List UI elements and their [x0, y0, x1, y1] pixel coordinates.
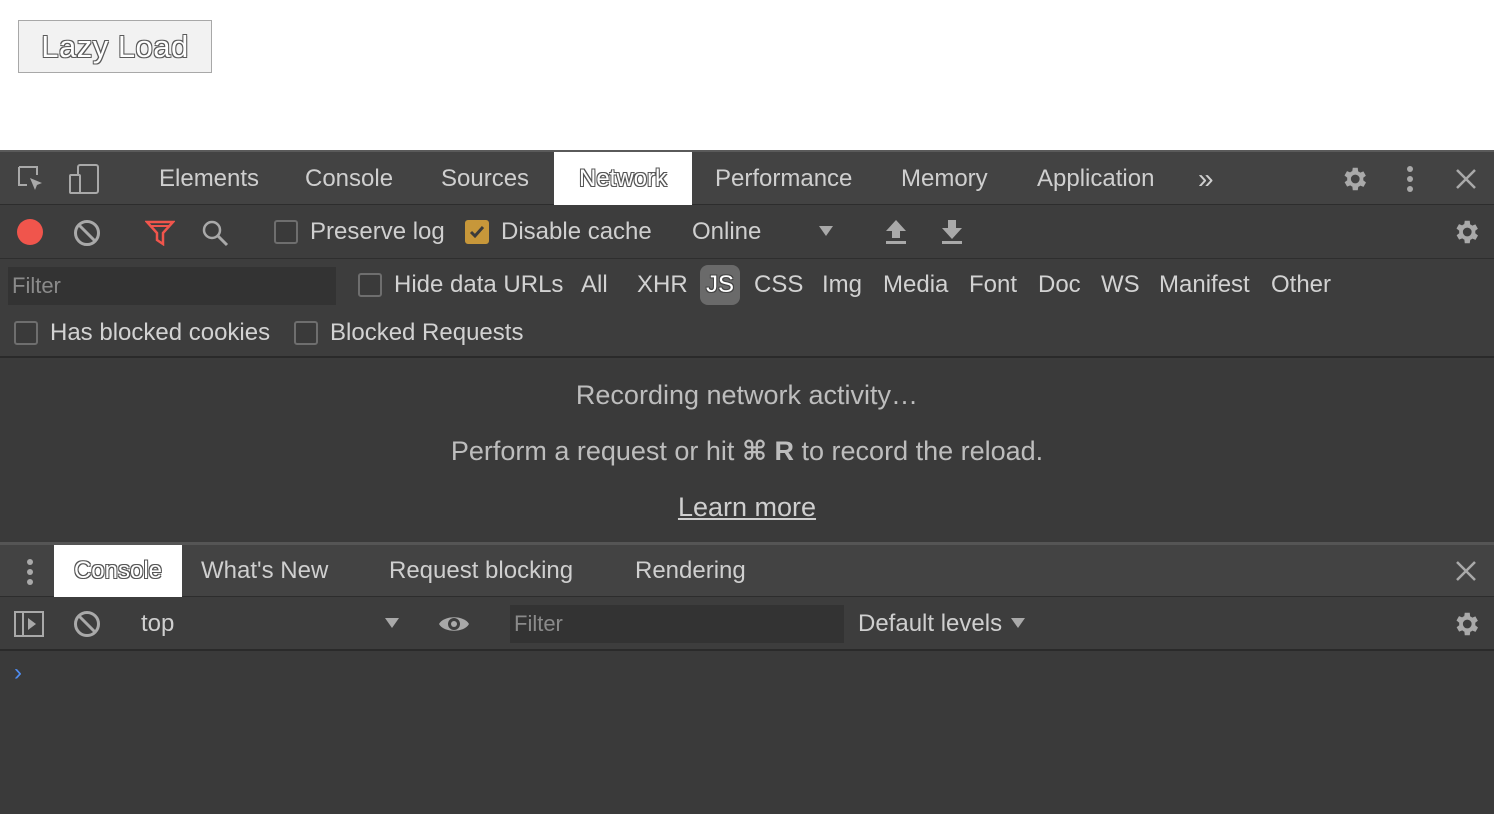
- filter-type-css[interactable]: CSS: [754, 265, 803, 305]
- filter-type-xhr[interactable]: XHR: [637, 265, 688, 305]
- recording-message: Recording network activity…: [575, 380, 919, 410]
- console-filter-input[interactable]: Filter: [510, 605, 844, 643]
- throttling-select[interactable]: Online: [692, 205, 761, 259]
- log-levels-select[interactable]: Default levels: [858, 597, 1002, 651]
- upload-icon[interactable]: [882, 217, 910, 247]
- reload-hint-suffix: to record the reload.: [801, 436, 1044, 466]
- close-drawer-icon[interactable]: [1452, 557, 1480, 585]
- tab-performance[interactable]: Performance: [715, 152, 852, 205]
- console-settings-gear-icon[interactable]: [1450, 608, 1482, 640]
- tab-elements[interactable]: Elements: [159, 152, 259, 205]
- network-filter-input[interactable]: Filter: [8, 267, 336, 305]
- console-toolbar: top Filter Default levels: [0, 597, 1494, 651]
- network-empty-state: Recording network activity… Perform a re…: [0, 360, 1494, 542]
- filter-funnel-icon[interactable]: [144, 218, 176, 248]
- context-chevron-down-icon[interactable]: [382, 613, 402, 633]
- filter-type-other[interactable]: Other: [1271, 265, 1331, 305]
- filter-type-ws[interactable]: WS: [1101, 265, 1140, 305]
- network-settings-gear-icon[interactable]: [1450, 216, 1482, 248]
- record-button-icon[interactable]: [16, 218, 44, 246]
- blocked-requests-label: Blocked Requests: [330, 319, 524, 346]
- disable-cache-label: Disable cache: [501, 218, 652, 245]
- levels-chevron-down-icon[interactable]: [1008, 613, 1028, 633]
- drawer-tab-whats-new[interactable]: What's New: [201, 545, 328, 597]
- drawer-menu-icon[interactable]: [20, 556, 40, 588]
- devtools-panel: Elements Console Sources Network Perform…: [0, 150, 1494, 814]
- sidebar-toggle-icon[interactable]: [12, 609, 46, 639]
- tab-application[interactable]: Application: [1037, 152, 1154, 205]
- hide-data-urls-checkbox[interactable]: [358, 273, 382, 297]
- tab-sources[interactable]: Sources: [441, 152, 529, 205]
- kebab-menu-icon[interactable]: [1400, 163, 1420, 195]
- tab-network[interactable]: Network: [554, 152, 692, 205]
- clear-icon[interactable]: [72, 218, 102, 248]
- drawer-tab-rendering[interactable]: Rendering: [635, 545, 746, 597]
- console-output[interactable]: ›: [0, 651, 1494, 814]
- learn-more-row: Learn more: [0, 492, 1494, 523]
- page-content: Lazy Load: [0, 0, 1494, 150]
- console-prompt: ›: [14, 659, 22, 686]
- disable-cache-checkbox[interactable]: [465, 220, 489, 244]
- network-toolbar: Preserve log Disable cache Online: [0, 205, 1494, 259]
- main-tab-bar: Elements Console Sources Network Perform…: [0, 150, 1494, 205]
- device-toolbar-icon[interactable]: [68, 163, 102, 195]
- reload-shortcut: ⌘ R: [741, 436, 795, 466]
- reload-hint: Perform a request or hit ⌘ R to record t…: [0, 436, 1494, 467]
- blocked-requests-checkbox[interactable]: [294, 321, 318, 345]
- more-tabs-button[interactable]: »: [1198, 152, 1214, 205]
- reload-hint-prefix: Perform a request or hit: [450, 436, 735, 466]
- filter-type-font[interactable]: Font: [969, 265, 1017, 305]
- filter-type-manifest[interactable]: Manifest: [1159, 265, 1250, 305]
- tab-memory[interactable]: Memory: [901, 152, 988, 205]
- inspect-element-icon[interactable]: [16, 164, 46, 194]
- has-blocked-cookies-checkbox[interactable]: [14, 321, 38, 345]
- filter-type-doc[interactable]: Doc: [1038, 265, 1081, 305]
- filter-type-media[interactable]: Media: [883, 265, 948, 305]
- preserve-log-checkbox[interactable]: [274, 220, 298, 244]
- hide-data-urls-label: Hide data URLs: [394, 271, 564, 298]
- filter-type-js[interactable]: JS: [700, 265, 741, 305]
- filter-type-img[interactable]: Img: [822, 265, 862, 305]
- context-select[interactable]: top: [141, 597, 174, 651]
- search-icon[interactable]: [200, 218, 230, 248]
- tab-console[interactable]: Console: [305, 152, 393, 205]
- filter-type-all[interactable]: All: [581, 265, 608, 305]
- drawer-tab-request-blocking[interactable]: Request blocking: [389, 545, 573, 597]
- clear-console-icon[interactable]: [72, 609, 102, 639]
- lazy-load-button[interactable]: Lazy Load: [18, 20, 212, 73]
- chevron-down-icon[interactable]: [816, 221, 836, 241]
- drawer-tab-bar: Console What's New Request blocking Rend…: [0, 542, 1494, 597]
- learn-more-link[interactable]: Learn more: [678, 492, 816, 522]
- download-icon[interactable]: [938, 217, 966, 247]
- live-expression-eye-icon[interactable]: [436, 609, 472, 639]
- settings-gear-icon[interactable]: [1338, 163, 1370, 195]
- close-devtools-icon[interactable]: [1452, 165, 1480, 193]
- drawer-tab-console[interactable]: Console: [54, 545, 182, 597]
- preserve-log-label: Preserve log: [310, 218, 445, 245]
- network-filter-bar: Filter Hide data URLs All XHR JS CSS Img…: [0, 259, 1494, 358]
- has-blocked-cookies-label: Has blocked cookies: [50, 319, 271, 346]
